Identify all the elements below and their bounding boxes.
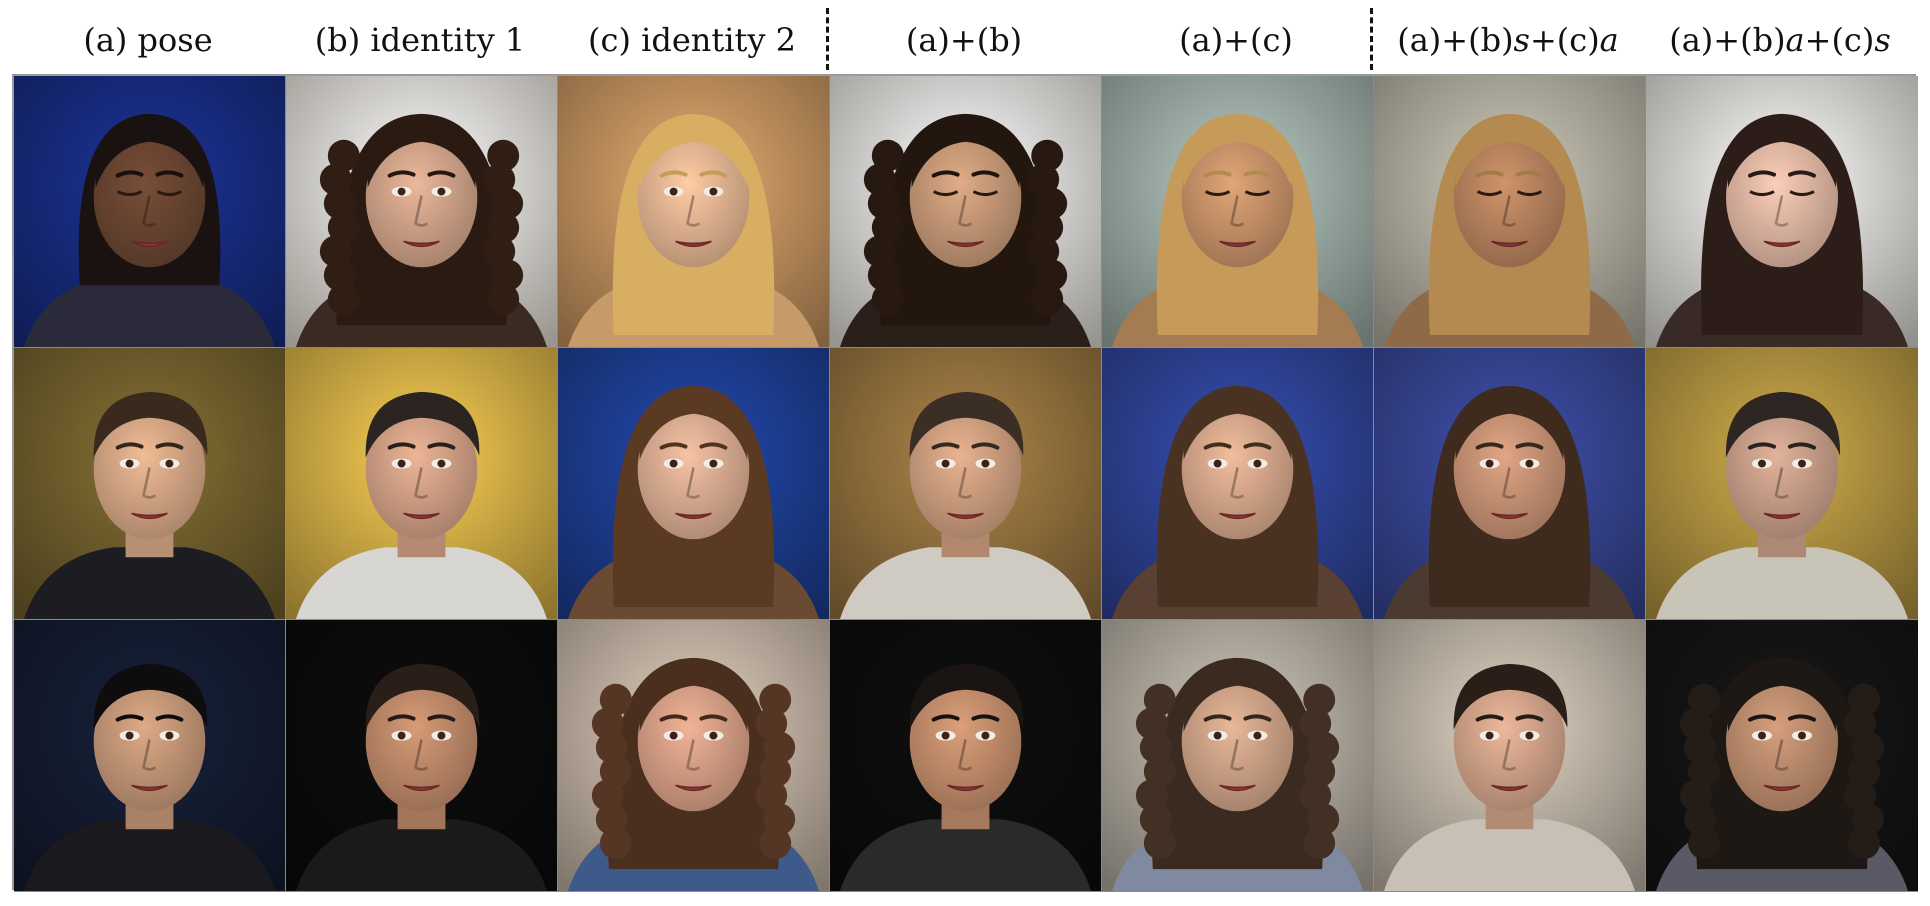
portrait-illustration xyxy=(830,76,1101,347)
column-label-identity2: (c) identity 2 xyxy=(556,18,828,62)
portrait-illustration xyxy=(286,348,557,619)
portrait-illustration xyxy=(1102,348,1373,619)
face-image-identity2-row-1 xyxy=(558,76,830,348)
portrait-illustration xyxy=(1374,76,1645,347)
column-label-mix_bs_ca: (a)+(b)s+(c)a xyxy=(1372,18,1644,62)
face-image-mix_ba_cs-row-1 xyxy=(1646,76,1918,348)
face-image-pose-row-1 xyxy=(14,76,286,348)
portrait-illustration xyxy=(1646,348,1918,619)
dashed-separator xyxy=(826,8,829,70)
column-header: (a) pose (b) identity 1 (c) identity 2 (a)+… xyxy=(0,0,1930,72)
column-label-part: s xyxy=(1513,21,1530,59)
portrait-illustration xyxy=(14,348,285,619)
face-image-a_plus_b-row-2 xyxy=(830,348,1102,620)
portrait-illustration xyxy=(1374,348,1645,619)
column-label-part: (a)+(b) xyxy=(1397,21,1514,59)
portrait-illustration xyxy=(1102,76,1373,347)
face-image-mix_bs_ca-row-1 xyxy=(1374,76,1646,348)
portrait-illustration xyxy=(1374,620,1645,891)
face-image-a_plus_c-row-3 xyxy=(1102,620,1374,892)
column-label-identity1: (b) identity 1 xyxy=(284,18,556,62)
column-label-part: (c) identity 2 xyxy=(588,21,796,59)
portrait-illustration xyxy=(14,76,285,347)
portrait-illustration xyxy=(1102,620,1373,891)
face-image-identity2-row-3 xyxy=(558,620,830,892)
face-image-mix_bs_ca-row-3 xyxy=(1374,620,1646,892)
column-label-part: a xyxy=(1599,21,1619,59)
portrait-illustration xyxy=(558,620,829,891)
dashed-separator xyxy=(1370,8,1373,70)
column-label-a_plus_c: (a)+(c) xyxy=(1100,18,1372,62)
portrait-illustration xyxy=(830,348,1101,619)
portrait-illustration xyxy=(14,620,285,891)
column-label-part: a xyxy=(1785,21,1805,59)
face-image-mix_ba_cs-row-2 xyxy=(1646,348,1918,620)
portrait-illustration xyxy=(558,348,829,619)
portrait-illustration xyxy=(286,620,557,891)
face-image-identity1-row-1 xyxy=(286,76,558,348)
column-label-part: (b) identity 1 xyxy=(314,21,526,59)
column-label-part: s xyxy=(1874,21,1891,59)
column-label-part: +(c) xyxy=(1804,21,1875,59)
face-image-mix_bs_ca-row-2 xyxy=(1374,348,1646,620)
column-label-part: (a)+(c) xyxy=(1179,21,1293,59)
portrait-illustration xyxy=(286,76,557,347)
face-image-pose-row-2 xyxy=(14,348,286,620)
portrait-illustration xyxy=(830,620,1101,891)
face-image-a_plus_b-row-3 xyxy=(830,620,1102,892)
column-label-part: (a)+(b) xyxy=(905,21,1023,59)
column-label-a_plus_b: (a)+(b) xyxy=(828,18,1100,62)
face-image-identity2-row-2 xyxy=(558,348,830,620)
face-image-identity1-row-2 xyxy=(286,348,558,620)
face-image-mix_ba_cs-row-3 xyxy=(1646,620,1918,892)
column-label-part: (a) pose xyxy=(83,21,213,59)
face-image-identity1-row-3 xyxy=(286,620,558,892)
column-label-mix_ba_cs: (a)+(b)a+(c)s xyxy=(1644,18,1916,62)
portrait-illustration xyxy=(1646,620,1918,891)
face-grid xyxy=(12,74,1918,892)
face-image-a_plus_c-row-1 xyxy=(1102,76,1374,348)
portrait-illustration xyxy=(558,76,829,347)
face-image-pose-row-3 xyxy=(14,620,286,892)
portrait-illustration xyxy=(1646,76,1918,347)
column-label-pose: (a) pose xyxy=(12,18,284,62)
column-label-part: +(c) xyxy=(1529,21,1600,59)
column-label-part: (a)+(b) xyxy=(1669,21,1786,59)
face-image-a_plus_b-row-1 xyxy=(830,76,1102,348)
face-image-a_plus_c-row-2 xyxy=(1102,348,1374,620)
